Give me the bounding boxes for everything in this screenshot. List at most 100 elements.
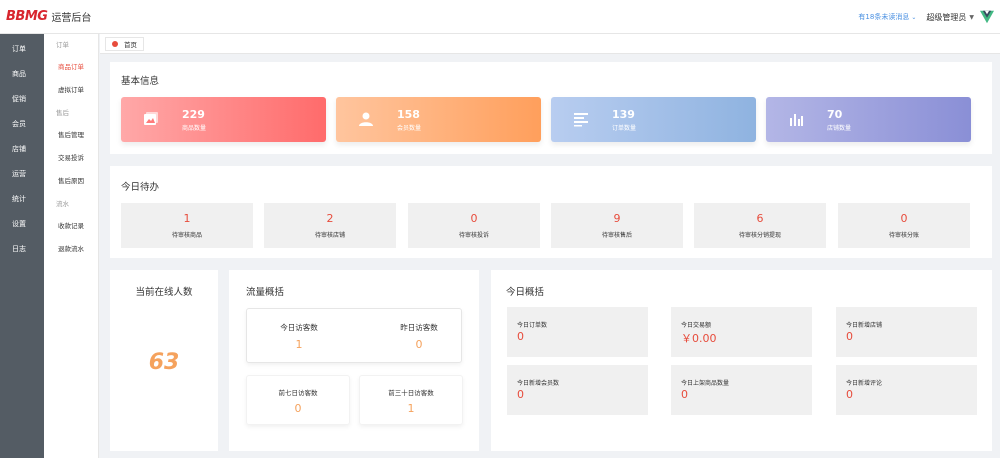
caret-down-icon[interactable]: ▼ <box>969 14 974 21</box>
menu-item-trade-complaints[interactable]: 交易投诉 <box>44 147 98 170</box>
yesterday-visitors: 昨日访客数 0 <box>379 322 459 351</box>
nav-item-stores[interactable]: 店铺 <box>0 137 44 162</box>
todo-item-aftersale[interactable]: 9 待审核售后 <box>551 203 683 248</box>
todo-value: 0 <box>470 212 478 225</box>
vue-logo-icon <box>980 10 994 24</box>
menu-item-aftersale-management[interactable]: 售后管理 <box>44 124 98 147</box>
primary-sidebar: 订单 商品 促销 会员 店铺 运营 统计 设置 日志 <box>0 34 44 458</box>
online-users-title: 当前在线人数 <box>135 287 193 298</box>
nav-item-settings[interactable]: 设置 <box>0 212 44 237</box>
online-users-card: 当前在线人数 63 <box>110 270 218 451</box>
stat-value: 70 <box>827 108 843 121</box>
user-icon <box>359 112 373 126</box>
stat-value: 158 <box>397 108 420 121</box>
todo-value: 1 <box>183 212 191 225</box>
menu-item-aftersale-reasons[interactable]: 售后原因 <box>44 170 98 193</box>
summary-value: 0 <box>681 388 688 401</box>
summary-label: 今日订单数 <box>517 322 548 329</box>
top-header: BBMG 运营后台 有18条未读消息 ⌄ 超级管理员 ▼ <box>0 0 1000 34</box>
stat-label: 订单数量 <box>612 125 637 132</box>
bar-chart-icon <box>790 114 803 126</box>
tab-label: 首页 <box>124 40 137 49</box>
yesterday-visitors-label: 昨日访客数 <box>400 323 438 332</box>
logo[interactable]: BBMG 运营后台 <box>0 0 99 34</box>
month-visitors-label: 前三十日访客数 <box>388 389 434 397</box>
todo-label: 待审核商品 <box>171 232 202 239</box>
todo-label: 待审核投诉 <box>458 232 489 239</box>
todo-label: 待审核分账 <box>888 232 919 239</box>
yesterday-visitors-value: 0 <box>415 338 423 351</box>
nav-item-members[interactable]: 会员 <box>0 112 44 137</box>
group-label-orders: 订单 <box>56 41 69 49</box>
todo-value: 6 <box>756 212 764 225</box>
stat-card-orders[interactable]: 139 订单数量 <box>551 97 756 142</box>
summary-label: 今日新增评论 <box>846 380 883 387</box>
stat-label: 商品数量 <box>182 125 207 132</box>
user-menu[interactable]: 超级管理员 <box>926 12 966 23</box>
tab-home[interactable]: 首页 <box>105 36 144 51</box>
todo-title: 今日待办 <box>121 182 160 193</box>
week-visitors-value: 0 <box>294 402 302 415</box>
menu-item-refund-flow[interactable]: 退款流水 <box>44 238 98 261</box>
summary-item-orders[interactable]: 今日订单数 0 <box>507 307 648 357</box>
summary-label: 今日新增会员数 <box>517 380 560 387</box>
summary-label: 今日新增店铺 <box>846 322 883 329</box>
summary-item-transactions[interactable]: 今日交易额 ￥0.00 <box>671 307 812 357</box>
summary-item-new-members[interactable]: 今日新增会员数 0 <box>507 365 648 415</box>
todo-item-distribution-withdrawal[interactable]: 6 待审核分销提现 <box>694 203 826 248</box>
summary-item-listed-products[interactable]: 今日上架商品数量 0 <box>671 365 812 415</box>
secondary-sidebar: 订单 商品订单 虚拟订单 售后 售后管理 交易投诉 售后原因 流水 收款记录 退… <box>44 34 99 458</box>
today-visitors: 今日访客数 1 <box>259 322 339 351</box>
month-visitors-value: 1 <box>407 402 415 415</box>
week-visitors: 前七日访客数 0 <box>246 387 350 415</box>
nav-item-operations[interactable]: 运营 <box>0 162 44 187</box>
todo-value: 0 <box>900 212 908 225</box>
todo-item-products[interactable]: 1 待审核商品 <box>121 203 253 248</box>
summary-label: 今日交易额 <box>681 322 712 329</box>
summary-value: 0 <box>517 388 524 401</box>
logo-text: 运营后台 <box>51 13 92 24</box>
traffic-title: 流量概括 <box>246 287 285 298</box>
todo-label: 待审核售后 <box>601 232 632 239</box>
nav-item-products[interactable]: 商品 <box>0 62 44 87</box>
nav-item-logs[interactable]: 日志 <box>0 237 44 262</box>
nav-item-promotions[interactable]: 促销 <box>0 87 44 112</box>
summary-value: ￥0.00 <box>681 332 717 345</box>
chevron-down-icon[interactable]: ⌄ <box>911 14 916 21</box>
summary-label: 今日上架商品数量 <box>681 380 730 387</box>
stat-label: 会员数量 <box>397 125 422 132</box>
basic-info-title: 基本信息 <box>121 76 160 87</box>
active-dot-icon <box>112 40 118 47</box>
tab-bar: 首页 <box>100 34 1000 54</box>
todo-label: 待审核店铺 <box>314 232 345 239</box>
summary-value: 0 <box>846 388 853 401</box>
todo-item-split-account[interactable]: 0 待审核分账 <box>838 203 970 248</box>
stat-card-stores[interactable]: 70 店铺数量 <box>766 97 971 142</box>
header-right: 有18条未读消息 ⌄ 超级管理员 ▼ <box>858 0 994 34</box>
summary-item-new-stores[interactable]: 今日新增店铺 0 <box>836 307 977 357</box>
logo-mark: BBMG <box>6 9 48 24</box>
traffic-card: 流量概括 今日访客数 1 昨日访客数 0 前七日访客数 0 前三十日访客数 1 <box>229 270 479 451</box>
menu-item-payment-records[interactable]: 收款记录 <box>44 215 98 238</box>
month-visitors: 前三十日访客数 1 <box>359 387 463 415</box>
list-icon <box>574 113 588 127</box>
menu-item-product-orders[interactable]: 商品订单 <box>44 56 98 79</box>
stat-card-members[interactable]: 158 会员数量 <box>336 97 541 142</box>
nav-item-statistics[interactable]: 统计 <box>0 187 44 212</box>
stat-value: 229 <box>182 108 205 121</box>
online-users-value: 63 <box>148 350 180 375</box>
stat-card-products[interactable]: 229 商品数量 <box>121 97 326 142</box>
today-summary-card: 今日概括 <box>491 270 992 451</box>
unread-messages-link[interactable]: 有18条未读消息 <box>858 12 909 22</box>
summary-value: 0 <box>846 330 853 343</box>
todo-label: 待审核分销提现 <box>738 232 781 239</box>
summary-value: 0 <box>517 330 524 343</box>
stat-label: 店铺数量 <box>827 125 852 132</box>
todo-item-stores[interactable]: 2 待审核店铺 <box>264 203 396 248</box>
nav-item-orders[interactable]: 订单 <box>0 37 44 62</box>
todo-item-complaints[interactable]: 0 待审核投诉 <box>408 203 540 248</box>
group-label-aftersale: 售后 <box>56 109 69 117</box>
today-visitors-value: 1 <box>295 338 303 351</box>
menu-item-virtual-orders[interactable]: 虚拟订单 <box>44 79 98 102</box>
summary-item-new-reviews[interactable]: 今日新增评论 0 <box>836 365 977 415</box>
